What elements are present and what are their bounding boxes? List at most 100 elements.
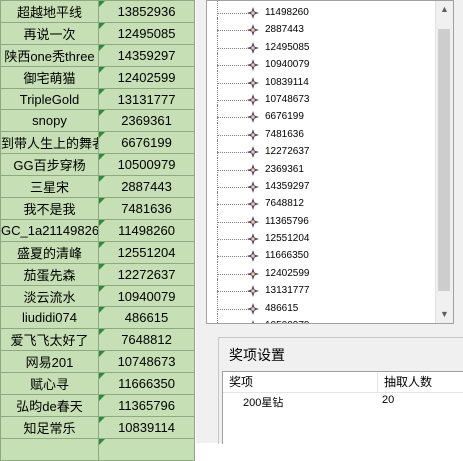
id-cell[interactable]: 10940079 bbox=[98, 284, 195, 308]
leaf-node-icon bbox=[247, 215, 259, 228]
tree-item[interactable]: 7481636 bbox=[207, 122, 435, 144]
scrollbar-thumb[interactable] bbox=[438, 29, 450, 291]
id-cell[interactable]: 12402599 bbox=[98, 65, 195, 89]
name-cell[interactable]: snopy bbox=[0, 109, 99, 133]
id-cell[interactable]: 11498260 bbox=[98, 218, 195, 242]
id-cell[interactable]: 12495085 bbox=[98, 21, 195, 45]
leaf-node-icon bbox=[247, 233, 259, 246]
tree-item[interactable]: 12402599 bbox=[207, 261, 435, 283]
tree-item-label: 12495085 bbox=[265, 41, 310, 53]
tree-item[interactable]: 10748673 bbox=[207, 87, 435, 109]
name-cell[interactable]: GG百步穿杨 bbox=[0, 153, 99, 177]
name-cell[interactable]: 御宅萌猫 bbox=[0, 65, 99, 89]
tree-item[interactable]: 6676199 bbox=[207, 105, 435, 126]
tree-connector bbox=[217, 13, 251, 14]
tree-connector bbox=[217, 209, 218, 228]
name-cell[interactable]: TripleGold bbox=[0, 87, 99, 111]
name-cell[interactable]: 茄蛋先森 bbox=[0, 262, 99, 286]
tree-connector bbox=[217, 273, 251, 275]
table-row: 御宅萌猫 12402599 bbox=[0, 65, 195, 89]
name-cell[interactable]: 三星宋 bbox=[0, 175, 99, 199]
tree-connector bbox=[217, 291, 251, 293]
tree-item-label: 10748673 bbox=[265, 93, 310, 105]
tree-connector bbox=[217, 279, 218, 297]
tree-item[interactable]: 12495085 bbox=[207, 35, 435, 57]
tree-item[interactable]: 2887443 bbox=[207, 18, 435, 39]
tree-item[interactable]: 10839114 bbox=[207, 70, 435, 92]
tree-connector bbox=[217, 140, 218, 158]
id-cell[interactable]: 6676199 bbox=[98, 131, 195, 155]
prize-name-cell[interactable]: 200星钻 bbox=[243, 394, 283, 410]
id-cell[interactable]: 10500979 bbox=[98, 153, 195, 177]
id-cell[interactable]: 14359297 bbox=[98, 43, 195, 67]
tree-view[interactable]: 11498260 2887443 12495085 10940079 10839114 1… bbox=[206, 0, 454, 324]
list-header: 奖项 抽取人数 bbox=[223, 372, 463, 393]
tree-item[interactable]: 7648812 bbox=[207, 192, 435, 213]
id-cell[interactable]: 486615 bbox=[98, 306, 195, 330]
tree-item[interactable]: 13131777 bbox=[207, 279, 435, 300]
tree-item[interactable]: 11365796 bbox=[207, 209, 435, 231]
name-cell[interactable]: 再说一次 bbox=[0, 21, 99, 45]
id-cell[interactable]: 12551204 bbox=[98, 240, 195, 264]
id-cell[interactable]: 11365796 bbox=[98, 394, 195, 417]
id-cell[interactable]: 13852936 bbox=[98, 0, 195, 23]
tree-connector bbox=[217, 65, 251, 67]
tree-item[interactable]: 11498260 bbox=[207, 1, 435, 22]
tree-item-label: 2887443 bbox=[265, 24, 304, 36]
name-cell[interactable]: 超越地平线 bbox=[0, 0, 99, 23]
tree-item[interactable]: 12551204 bbox=[207, 227, 435, 248]
tree-item[interactable]: 486615 bbox=[207, 296, 435, 318]
name-cell[interactable]: 到带人生上的舞者 bbox=[0, 131, 99, 155]
spreadsheet-grid[interactable]: 超越地平线 13852936 再说一次 12495085 陕西one秃three 1435… bbox=[0, 0, 195, 461]
tree-item[interactable]: 14359297 bbox=[207, 174, 435, 196]
name-cell[interactable]: 爱飞飞太好了 bbox=[0, 328, 99, 352]
scroll-up-arrow-icon[interactable]: ▲ bbox=[436, 1, 453, 18]
table-row: 陕西one秃three 14359297 bbox=[0, 43, 195, 67]
id-cell[interactable]: 11666350 bbox=[98, 372, 195, 396]
table-row: GG百步穿杨 10500979 bbox=[0, 153, 195, 177]
tree-item[interactable]: 11666350 bbox=[207, 244, 435, 265]
id-cell[interactable]: 7481636 bbox=[98, 197, 195, 220]
id-cell[interactable] bbox=[98, 437, 195, 461]
tree-connector bbox=[217, 192, 218, 210]
prize-list-view[interactable]: 奖项 抽取人数 200星钻 20 bbox=[222, 371, 463, 444]
leaf-node-icon bbox=[247, 250, 259, 263]
name-cell[interactable]: 网易201 bbox=[0, 350, 99, 374]
name-cell[interactable] bbox=[0, 437, 99, 461]
tree-connector bbox=[217, 174, 218, 193]
name-cell[interactable]: 盛夏的清峰 bbox=[0, 240, 99, 264]
id-cell[interactable]: 7648812 bbox=[98, 328, 195, 352]
leaf-node-icon bbox=[247, 180, 259, 193]
tree-item-label: 10940079 bbox=[265, 59, 310, 71]
prize-count-cell[interactable]: 20 bbox=[382, 394, 394, 406]
tree-item[interactable]: 10500979 bbox=[207, 314, 435, 323]
tree-connector bbox=[217, 261, 218, 280]
table-row: GC_1a21149826 11498260 bbox=[0, 218, 195, 242]
tree-item[interactable]: 10940079 bbox=[207, 53, 435, 74]
leaf-node-icon bbox=[247, 128, 259, 141]
name-cell[interactable]: 知足常乐 bbox=[0, 415, 99, 439]
vertical-scrollbar[interactable]: ▲ ▼ bbox=[435, 1, 453, 323]
id-cell[interactable]: 12272637 bbox=[98, 262, 195, 286]
name-cell[interactable]: 陕西one秃three bbox=[0, 43, 99, 67]
tree-item-label: 12272637 bbox=[265, 146, 310, 158]
column-header-prize[interactable]: 奖项 bbox=[223, 372, 378, 392]
tree-connector bbox=[217, 35, 218, 54]
column-header-count[interactable]: 抽取人数 bbox=[378, 372, 463, 392]
name-cell[interactable]: 淡云流水 bbox=[0, 284, 99, 308]
name-cell[interactable]: 我不是我 bbox=[0, 197, 99, 220]
id-cell[interactable]: 2887443 bbox=[98, 175, 195, 199]
id-cell[interactable]: 2369361 bbox=[98, 109, 195, 133]
tree-item[interactable]: 12272637 bbox=[207, 140, 435, 161]
table-row: liudidi074 486615 bbox=[0, 306, 195, 330]
name-cell[interactable]: 弘昀de春天 bbox=[0, 394, 99, 417]
scroll-down-arrow-icon[interactable]: ▼ bbox=[436, 306, 453, 323]
tree-item-label: 486615 bbox=[265, 302, 299, 314]
id-cell[interactable]: 10839114 bbox=[98, 415, 195, 439]
name-cell[interactable]: liudidi074 bbox=[0, 306, 99, 330]
name-cell[interactable]: 赋心寻 bbox=[0, 372, 99, 396]
name-cell[interactable]: GC_1a21149826 bbox=[0, 218, 99, 242]
id-cell[interactable]: 10748673 bbox=[98, 350, 195, 374]
id-cell[interactable]: 13131777 bbox=[98, 87, 195, 111]
tree-item[interactable]: 2369361 bbox=[207, 157, 435, 179]
